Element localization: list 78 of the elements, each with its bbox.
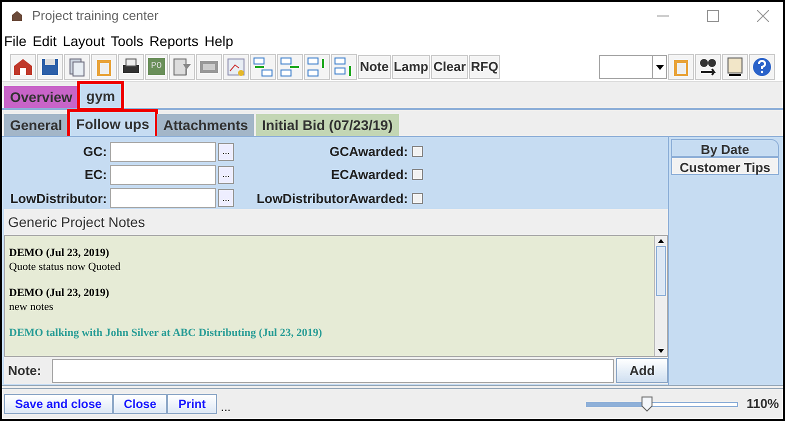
checkbox[interactable] [412, 169, 423, 180]
text-input[interactable] [110, 142, 216, 162]
chart-document-icon [224, 56, 247, 78]
tab[interactable]: General [4, 114, 68, 136]
menu-item[interactable]: Help [204, 30, 234, 52]
maximize-button[interactable] [707, 10, 719, 22]
awarded-label: GCAwarded: [328, 142, 409, 161]
close-button[interactable] [757, 10, 769, 22]
floppy-disk-button[interactable] [37, 54, 63, 80]
zoom-slider[interactable] [586, 396, 738, 412]
chart-document-button[interactable] [222, 54, 249, 80]
zoom-thumb[interactable] [641, 396, 654, 412]
text-input[interactable] [110, 164, 216, 185]
checkbox[interactable] [412, 146, 423, 158]
menu-item[interactable]: Edit [32, 30, 57, 52]
note-text: Quote status now Quoted [9, 260, 122, 274]
dropdown-caret-icon[interactable] [652, 56, 666, 78]
checkbox[interactable] [412, 192, 423, 204]
scrollbar[interactable] [654, 236, 667, 356]
text-input[interactable] [110, 188, 216, 208]
awarded-label: LowDistributorAwarded: [256, 190, 409, 208]
note-header: DEMO talking with John Silver at ABC Distributing (Jul 23, 2019) [9, 326, 324, 340]
note-text: new notes [9, 300, 54, 314]
filter-document-icon [170, 56, 193, 78]
help-button[interactable] [749, 54, 775, 80]
note-label: Note: [7, 362, 42, 380]
zoom-reading: 110% [746, 395, 779, 414]
flow-left-icon [252, 56, 274, 78]
binoculars-arrow-button[interactable] [695, 54, 721, 80]
bottom-button[interactable]: Print [167, 394, 217, 414]
filter-document-button[interactable] [168, 54, 195, 80]
tab[interactable]: Overview [4, 86, 78, 108]
toolbar-button[interactable]: Clear [431, 54, 468, 78]
panel-download-button[interactable] [722, 54, 748, 80]
side-tab[interactable]: By Date [671, 139, 779, 157]
notes-title: Generic Project Notes [4, 209, 668, 235]
tab[interactable]: Follow ups [70, 112, 156, 136]
awarded-label: ECAwarded: [330, 166, 409, 184]
picker-button[interactable]: ... [218, 166, 234, 184]
field-label: LowDistributor: [9, 190, 108, 208]
flow-down-button[interactable] [330, 54, 357, 80]
scroll-thumb[interactable] [656, 246, 666, 296]
clipboard-button[interactable] [668, 54, 694, 80]
flow-right-button[interactable] [276, 54, 303, 80]
flow-left-button[interactable] [250, 54, 276, 80]
clipboard-button[interactable] [91, 54, 117, 80]
po-label: PO [148, 58, 165, 76]
bottom-button[interactable]: Save and close [4, 394, 113, 414]
tab[interactable]: gym [80, 84, 122, 108]
help-icon [751, 56, 773, 78]
toolbar-button[interactable]: Note [358, 54, 391, 78]
toolbar-button[interactable]: RFQ [468, 54, 500, 78]
menu-item[interactable]: Layout [62, 30, 105, 52]
note-header: DEMO (Jul 23, 2019) [9, 286, 110, 300]
card-button[interactable] [196, 54, 222, 80]
note-header: DEMO (Jul 23, 2019) [9, 246, 110, 260]
documents-button[interactable] [64, 54, 90, 80]
printer-button[interactable] [118, 54, 144, 80]
menu-item[interactable]: Tools [110, 30, 144, 52]
field-label: EC: [84, 166, 108, 184]
add-button[interactable]: Add [616, 358, 668, 383]
menu-item[interactable]: Reports [149, 30, 198, 52]
menu-item[interactable]: File [4, 30, 27, 52]
app-icon [10, 9, 24, 23]
flow-up-button[interactable] [304, 54, 330, 80]
bottom-button[interactable]: Close [112, 394, 168, 414]
field-label: GC: [82, 142, 108, 161]
note-input[interactable] [52, 358, 614, 382]
flow-right-icon [278, 56, 301, 78]
house-button[interactable] [10, 54, 36, 80]
window-title: Project training center [32, 7, 158, 26]
tab[interactable]: Attachments [157, 114, 254, 136]
tab[interactable]: Initial Bid (07/23/19) [256, 114, 399, 136]
toolbar-button[interactable]: Lamp [392, 54, 430, 78]
more-label: ... [220, 399, 231, 416]
picker-button[interactable]: ... [218, 142, 234, 161]
side-tab[interactable]: Customer Tips [671, 157, 779, 175]
picker-button[interactable]: ... [218, 189, 234, 208]
